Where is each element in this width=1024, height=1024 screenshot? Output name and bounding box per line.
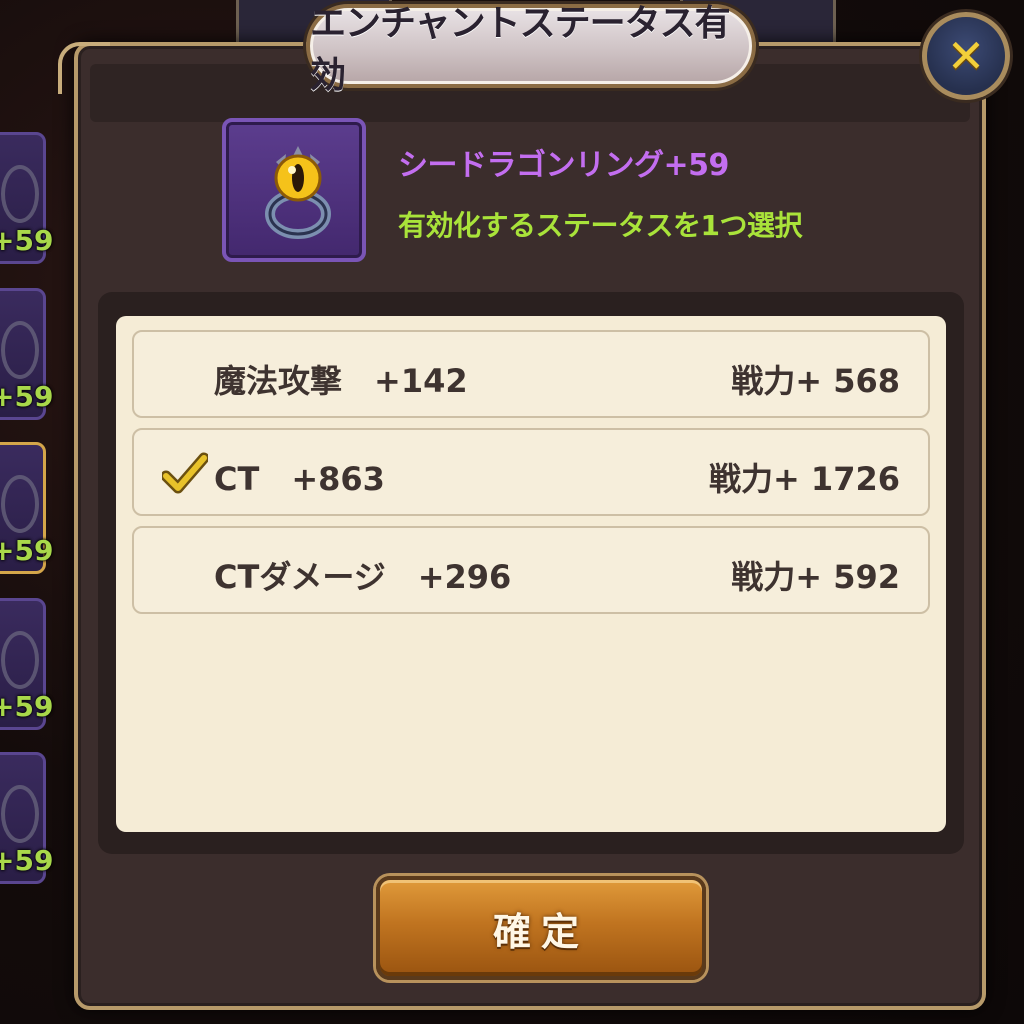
slot-level: +59 — [0, 224, 54, 257]
dialog-title: エンチャントステータス有効 — [310, 3, 731, 96]
stat-name: 魔法攻撃 +142 — [214, 362, 468, 400]
inventory-slot[interactable]: +59 — [0, 598, 53, 730]
equipment-icon — [1, 785, 39, 843]
checkmark-icon — [162, 452, 208, 494]
confirm-button-label: 確定 — [492, 909, 589, 954]
slot-level: +59 — [0, 380, 54, 413]
ring-icon — [265, 146, 331, 239]
close-button[interactable]: ✕ — [922, 12, 1010, 100]
slot-level: +59 — [0, 844, 54, 877]
confirm-button[interactable]: 確定 — [376, 876, 706, 980]
inventory-slot[interactable]: +59 — [0, 288, 53, 420]
equipment-icon — [1, 165, 39, 223]
inventory-slot-selected[interactable]: +59 — [0, 442, 53, 574]
stat-power: 戦力+ 568 — [731, 362, 900, 400]
stat-option-ct-damage[interactable]: CTダメージ +296 戦力+ 592 — [132, 526, 930, 614]
equipment-icon — [1, 475, 39, 533]
selection-hint: 有効化するステータスを1つ選択 — [398, 209, 802, 242]
dialog-title-plaque: エンチャントステータス有効 — [306, 3, 756, 96]
stat-option-magic-attack[interactable]: 魔法攻撃 +142 戦力+ 568 — [132, 330, 930, 418]
stat-option-ct[interactable]: CT +863 戦力+ 1726 — [132, 428, 930, 516]
equipment-icon — [1, 321, 39, 379]
close-icon: ✕ — [946, 29, 986, 83]
slot-level: +59 — [0, 690, 54, 723]
slot-level: +59 — [0, 534, 54, 567]
stat-power: 戦力+ 1726 — [708, 460, 900, 498]
inventory-slot[interactable]: +59 — [0, 132, 53, 264]
stat-power: 戦力+ 592 — [731, 558, 900, 596]
item-name: シードラゴンリング+59 — [398, 148, 729, 183]
screen: +59 +59 +59 +59 +59 エンチャントステータス有効 ✕ シードラ… — [0, 0, 1024, 1024]
stat-name: CT +863 — [214, 460, 385, 498]
inventory-slot[interactable]: +59 — [0, 752, 53, 884]
item-icon-frame — [222, 118, 366, 262]
stat-name: CTダメージ +296 — [214, 558, 512, 596]
equipment-icon — [1, 631, 39, 689]
corner-ornament — [58, 42, 110, 94]
